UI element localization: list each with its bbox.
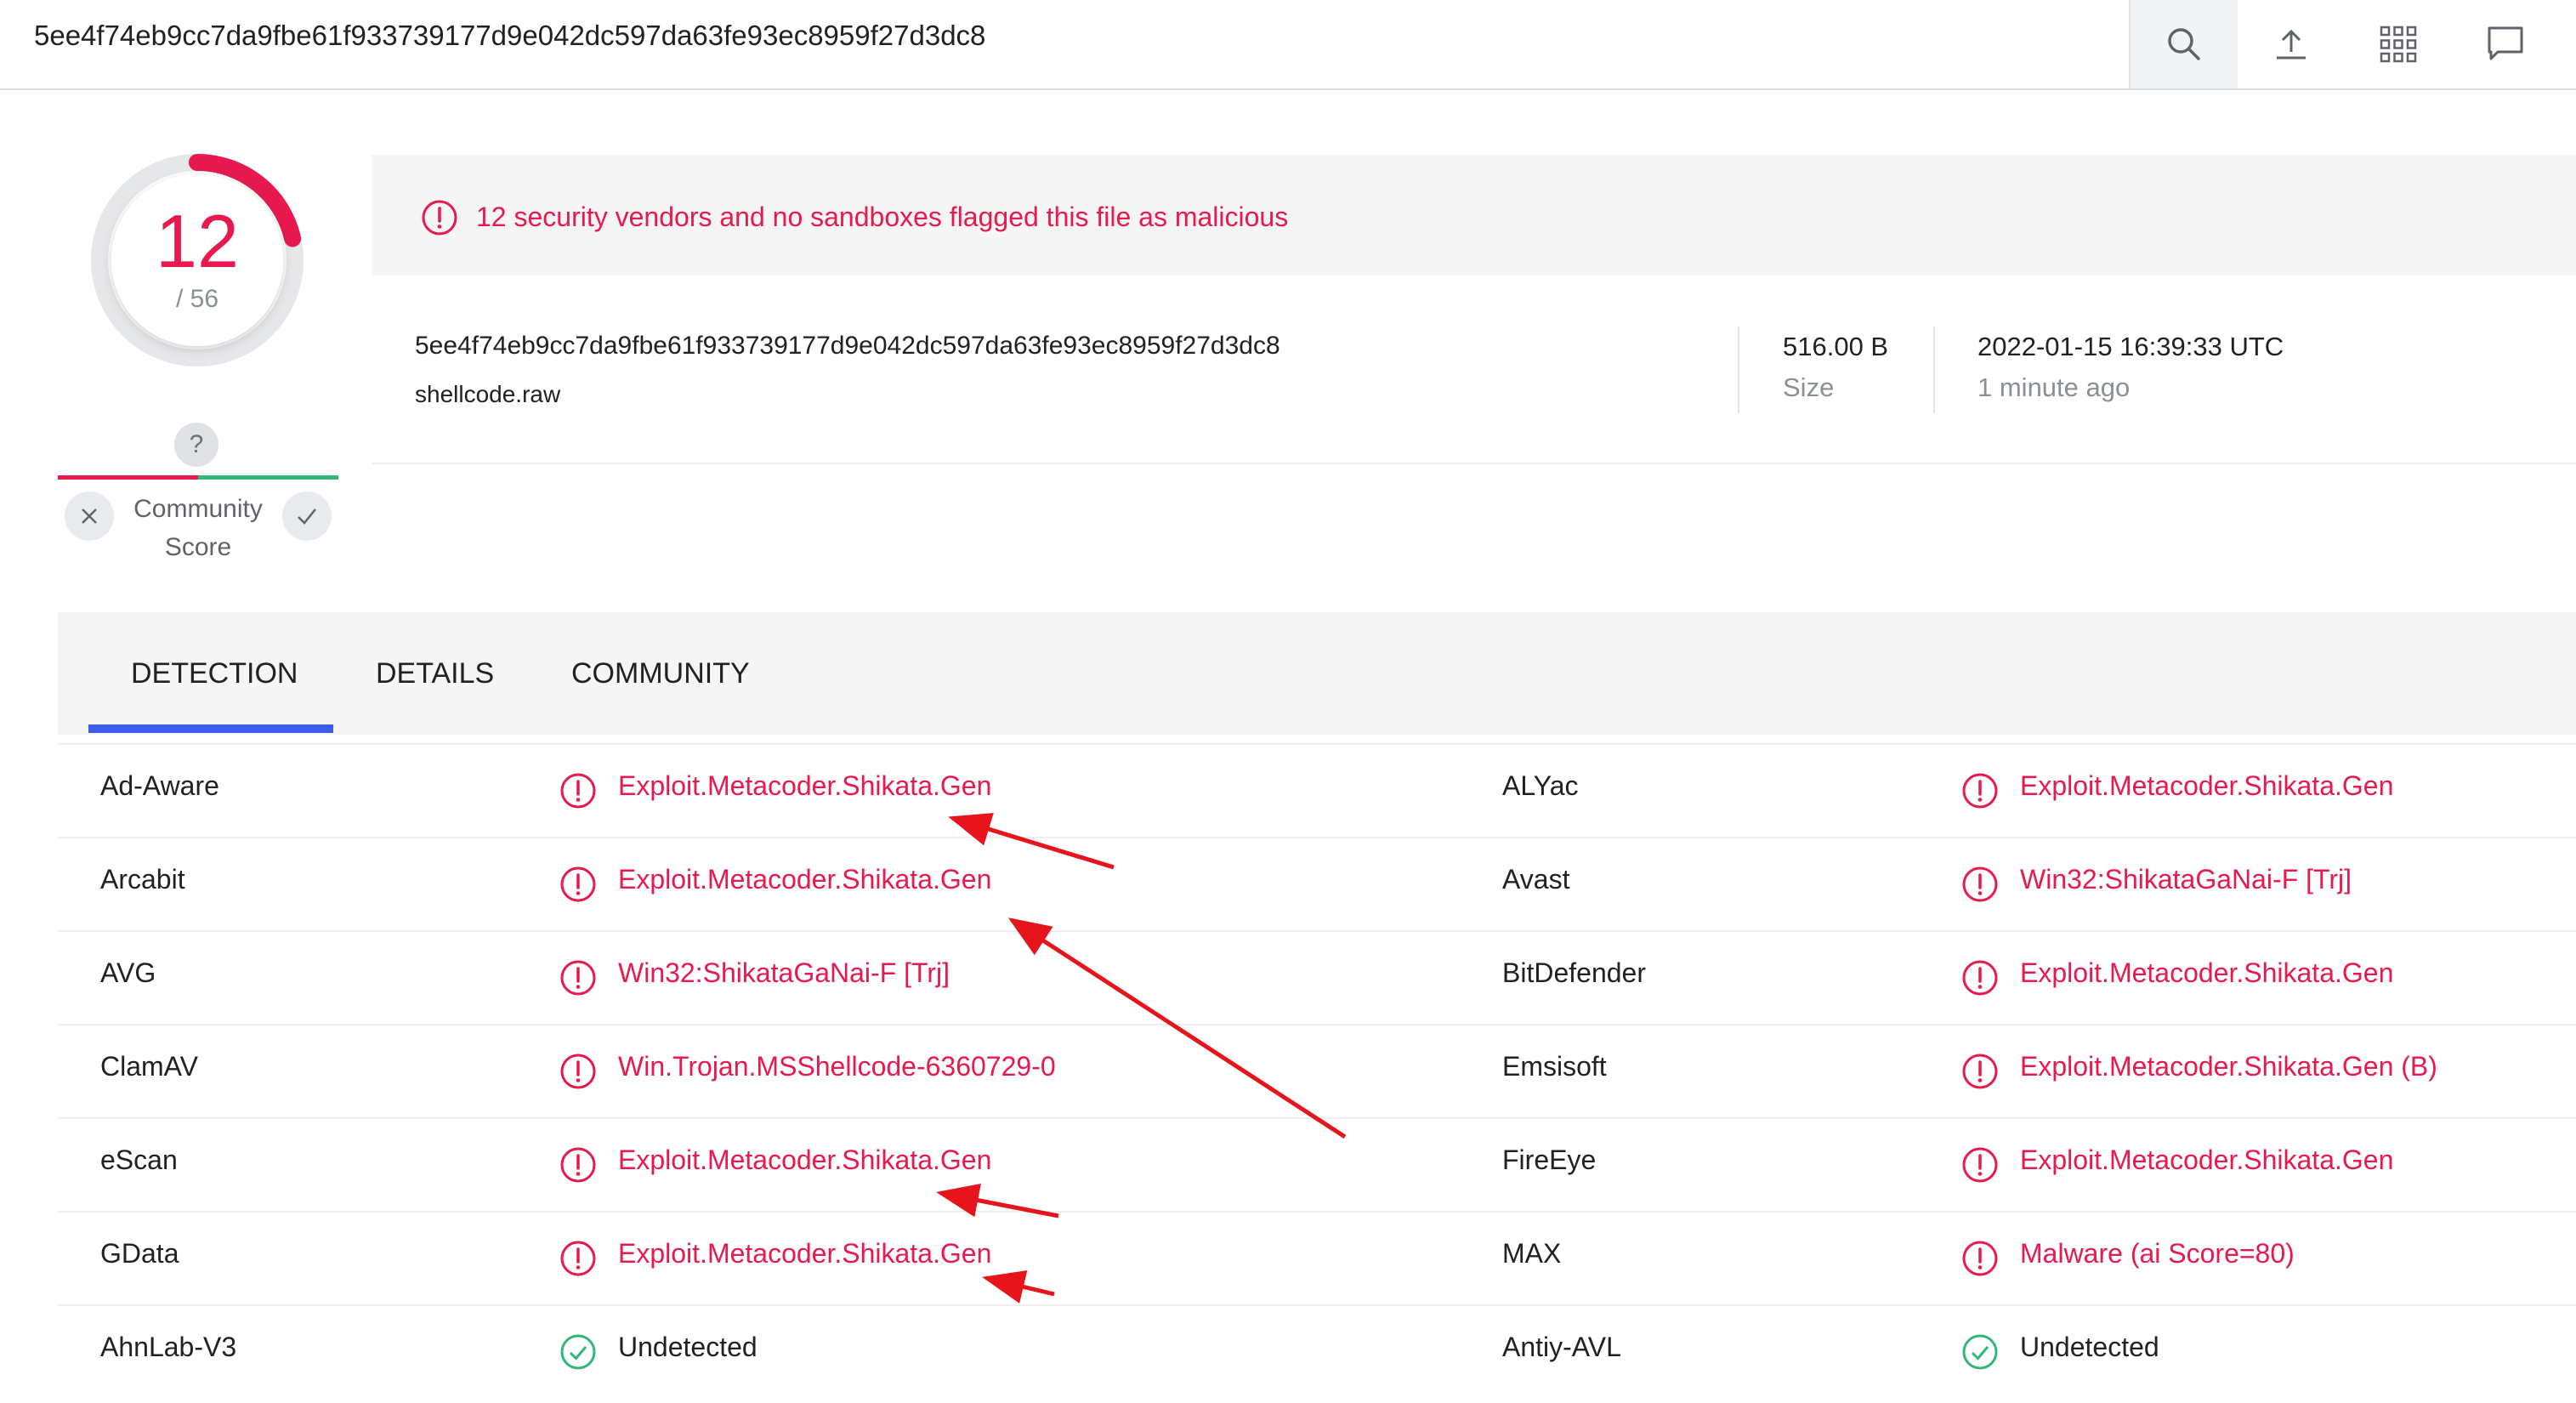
table-row: ClamAV Win.Trojan.MSShellcode-6360729-0 Em… [58,1024,2576,1117]
alert-icon [422,200,457,236]
detection-result: Exploit.Metacoder.Shikata.Gen (B) [2020,1051,2437,1082]
alert-message: 12 security vendors and no sandboxes fla… [476,202,1289,232]
file-size-value: 516.00 B [1783,332,1889,361]
alert-icon [1961,866,1999,903]
community-score-bar [58,475,338,480]
check-icon [298,508,316,525]
community-score-value: ? [174,423,218,467]
alert-icon [1961,1240,1999,1277]
upload-icon [2277,29,2306,60]
vendor-name: Emsisoft [1502,1051,1607,1082]
search-button[interactable] [2129,0,2238,88]
vendor-name: Arcabit [100,864,185,895]
table-row: eScan Exploit.Metacoder.Shikata.Gen FireEy… [58,1117,2576,1211]
file-name: shellcode.raw [415,381,561,407]
detection-result: Exploit.Metacoder.Shikata.Gen [618,1238,992,1269]
upload-button[interactable] [2238,0,2345,88]
detection-result: Win32:ShikataGaNai-F [Trj] [2020,864,2352,895]
toolbar [2129,0,2576,88]
vote-harmless-button[interactable] [65,491,114,541]
detection-result: Win32:ShikataGaNai-F [Trj] [618,957,950,988]
file-hash[interactable]: 5ee4f74eb9cc7da9fbe61f933739177d9e042dc5… [415,332,1280,361]
vendor-name: Antiy-AVL [1502,1332,1621,1362]
table-row: Arcabit Exploit.Metacoder.Shikata.Gen Avas… [58,837,2576,930]
alert-icon [559,1146,597,1184]
apps-grid-icon [2380,26,2417,63]
vendor-name: Avast [1502,864,1570,895]
detection-result: Exploit.Metacoder.Shikata.Gen [2020,770,2394,801]
tab-detection[interactable]: DETECTION [131,612,298,735]
vendor-name: FireEye [1502,1145,1597,1175]
chat-icon [2488,26,2523,60]
community-score-label: Community Score [133,495,263,561]
table-row: GData Exploit.Metacoder.Shikata.Gen MAX Mal… [58,1211,2576,1304]
search-input[interactable]: 5ee4f74eb9cc7da9fbe61f933739177d9e042dc5… [34,17,985,54]
table-row: AVG Win32:ShikataGaNai-F [Trj] BitDefender… [58,930,2576,1024]
analysis-date-value: 2022-01-15 16:39:33 UTC [1977,332,2284,361]
tab-bar: DETECTION DETAILS COMMUNITY [58,612,2576,735]
detection-result: Exploit.Metacoder.Shikata.Gen [618,770,992,801]
vendor-name: ALYac [1502,770,1579,801]
detection-result: Exploit.Metacoder.Shikata.Gen [618,1145,992,1175]
vendor-name: AVG [100,957,156,988]
vote-safe-button[interactable] [282,491,332,541]
alert-icon [1961,1146,1999,1184]
alert-icon [1961,959,1999,997]
tab-details[interactable]: DETAILS [376,612,494,735]
top-bar: 5ee4f74eb9cc7da9fbe61f933739177d9e042dc5… [0,0,2576,90]
alert-icon [559,959,597,997]
table-row: Ad-Aware Exploit.Metacoder.Shikata.Gen ALY… [58,743,2576,837]
vendor-name: BitDefender [1502,957,1646,988]
check-circle-icon [559,1333,597,1371]
alert-icon [559,772,597,809]
alert-icon [559,1240,597,1277]
alert-icon [559,866,597,903]
detection-result: Malware (ai Score=80) [2020,1238,2295,1269]
vendor-name: ClamAV [100,1051,198,1082]
tab-community[interactable]: COMMUNITY [571,612,750,735]
detection-count: 12 [156,199,239,283]
detection-result: Undetected [618,1332,757,1362]
table-row: AhnLab-V3 Undetected Antiy-AVL Undetected [58,1304,2576,1398]
vendor-name: GData [100,1238,179,1269]
detection-total: / 56 [175,285,219,313]
check-circle-icon [1961,1333,1999,1371]
search-icon [2168,28,2200,60]
detection-result: Undetected [2020,1332,2159,1362]
file-info-panel [372,275,2576,464]
file-size-label: Size [1783,372,1835,402]
feedback-button[interactable] [2452,0,2559,88]
alert-icon [1961,772,1999,809]
alert-icon [1961,1053,1999,1090]
analysis-date-relative: 1 minute ago [1977,372,2131,402]
vendor-name: Ad-Aware [100,770,219,801]
detection-table: Ad-Aware Exploit.Metacoder.Shikata.Gen ALY… [58,743,2576,1398]
divider [1933,327,1935,413]
vendor-name: AhnLab-V3 [100,1332,237,1362]
close-icon [82,508,97,524]
active-tab-indicator [88,724,333,733]
detection-result: Win.Trojan.MSShellcode-6360729-0 [618,1051,1056,1082]
detection-result: Exploit.Metacoder.Shikata.Gen [2020,957,2394,988]
divider [1738,327,1739,413]
detection-result: Exploit.Metacoder.Shikata.Gen [2020,1145,2394,1175]
vendor-name: eScan [100,1145,178,1175]
vendor-name: MAX [1502,1238,1562,1269]
alert-icon [559,1053,597,1090]
apps-button[interactable] [2345,0,2452,88]
detection-result: Exploit.Metacoder.Shikata.Gen [618,864,992,895]
